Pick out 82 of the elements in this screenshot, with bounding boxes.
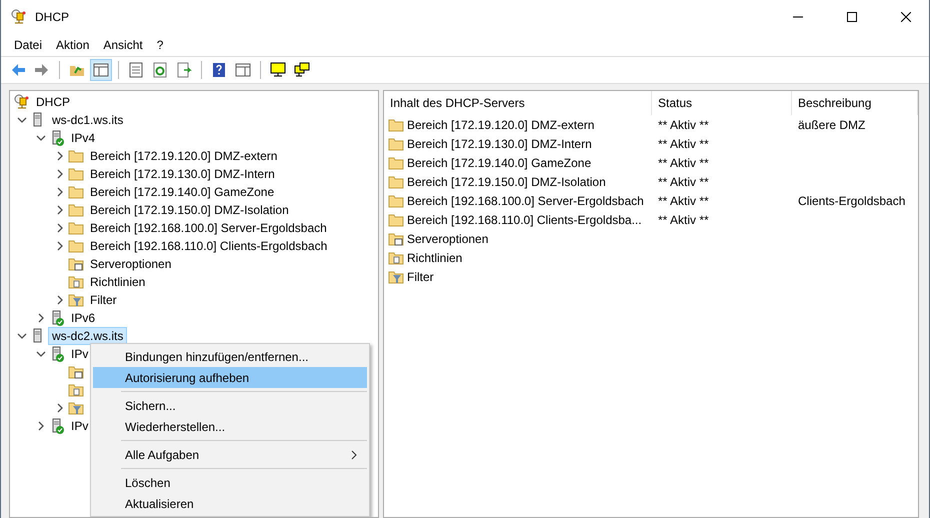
chevron-right-icon[interactable] <box>55 169 65 179</box>
menu-item[interactable]: Alle Aufgaben <box>93 444 367 465</box>
policy-folder-icon <box>68 382 84 398</box>
menu-item[interactable]: Aktualisieren <box>93 493 367 514</box>
table-cell: Bereich [192.168.100.0] Server-Ergoldsbach <box>384 192 652 208</box>
menu-item[interactable]: ? <box>150 38 170 52</box>
chevron-right-icon[interactable] <box>55 187 65 197</box>
dhcp-icon <box>14 94 30 110</box>
table-cell: Bereich [172.19.130.0] DMZ-Intern <box>384 136 652 152</box>
menu-item[interactable]: Datei <box>7 38 50 52</box>
options-folder-icon <box>388 230 404 246</box>
chevron-right-icon[interactable] <box>55 205 65 215</box>
menu-item[interactable]: Sichern... <box>93 395 367 416</box>
table-cell: Bereich [172.19.150.0] DMZ-Isolation <box>384 174 652 190</box>
chevron-right-icon[interactable] <box>55 403 65 413</box>
export-list-icon <box>176 62 192 78</box>
chevron-down-icon[interactable] <box>36 133 46 143</box>
table-cell-text: äußere DMZ <box>797 118 866 132</box>
table-cell: Bereich [192.168.110.0] Clients-Ergoldsba... <box>384 212 652 228</box>
back-arrow-icon <box>10 62 26 78</box>
menu-item[interactable]: Ansicht <box>96 38 150 52</box>
table-cell: Bereich [172.19.120.0] DMZ-extern <box>384 116 652 132</box>
table-cell-text: ** Aktiv ** <box>657 156 710 170</box>
table-cell: Serveroptionen <box>384 230 652 246</box>
table-cell-text: Clients-Ergoldsbach <box>797 194 906 208</box>
chevron-down-icon[interactable] <box>36 349 46 359</box>
folder-icon <box>388 154 404 170</box>
menu-item[interactable]: Autorisierung aufheben <box>93 367 367 388</box>
chevron-down-icon[interactable] <box>17 331 27 341</box>
dhcp-icon <box>11 9 27 25</box>
chevron-right-icon[interactable] <box>36 421 46 431</box>
chevron-down-icon[interactable] <box>17 115 27 125</box>
table-cell-text: ** Aktiv ** <box>657 194 710 208</box>
refresh-icon <box>152 62 168 78</box>
monitors-icon <box>294 62 310 78</box>
table-cell: Bereich [172.19.140.0] GameZone <box>384 154 652 170</box>
column-header[interactable]: Inhalt des DHCP-Servers <box>384 91 652 115</box>
folder-icon <box>68 184 84 200</box>
chevron-right-icon[interactable] <box>55 241 65 251</box>
table-cell-text: ** Aktiv ** <box>657 212 710 226</box>
maximize-icon <box>847 12 857 22</box>
close-icon <box>901 12 911 22</box>
folder-icon <box>388 116 404 132</box>
chevron-right-icon[interactable] <box>55 151 65 161</box>
folder-icon <box>68 202 84 218</box>
table-cell: Filter <box>384 268 652 284</box>
folder-icon <box>68 166 84 182</box>
window-title: DHCP <box>35 10 70 24</box>
folder-icon <box>388 174 404 190</box>
pane-icon <box>93 62 109 78</box>
options-folder-icon <box>68 364 84 380</box>
chevron-right-icon[interactable] <box>55 223 65 233</box>
menu-item[interactable]: Wiederherstellen... <box>93 416 367 437</box>
options-folder-icon <box>68 256 84 272</box>
monitor-icon <box>270 62 286 78</box>
policy-folder-icon <box>388 250 404 266</box>
column-header[interactable]: Beschreibung <box>792 91 918 115</box>
table-cell: Richtlinien <box>384 250 652 266</box>
action-pane-icon <box>235 62 251 78</box>
filter-folder-icon <box>68 292 84 308</box>
chevron-right-icon[interactable] <box>36 313 46 323</box>
menu-item[interactable]: Löschen <box>93 472 367 493</box>
policy-folder-icon <box>68 274 84 290</box>
chevron-right-icon[interactable] <box>55 295 65 305</box>
menu-item[interactable]: Aktion <box>49 38 96 52</box>
folder-icon <box>68 148 84 164</box>
table-cell-text: ** Aktiv ** <box>657 118 710 132</box>
folder-icon <box>68 220 84 236</box>
folder-icon <box>68 238 84 254</box>
folder-icon <box>388 192 404 208</box>
folder-icon <box>388 136 404 152</box>
table-cell-text: ** Aktiv ** <box>657 174 710 188</box>
folder-icon <box>388 212 404 228</box>
tree-item[interactable]: ws-dc2.ws.its <box>49 328 126 344</box>
menu-item[interactable]: Bindungen hinzufügen/entfernen... <box>93 346 367 367</box>
forward-arrow-icon <box>34 62 50 78</box>
help-icon <box>211 62 227 78</box>
filter-folder-icon <box>388 268 404 284</box>
filter-folder-icon <box>68 400 84 416</box>
column-header[interactable]: Status <box>652 91 792 115</box>
properties-icon <box>128 62 144 78</box>
table-cell-text: ** Aktiv ** <box>657 136 710 150</box>
